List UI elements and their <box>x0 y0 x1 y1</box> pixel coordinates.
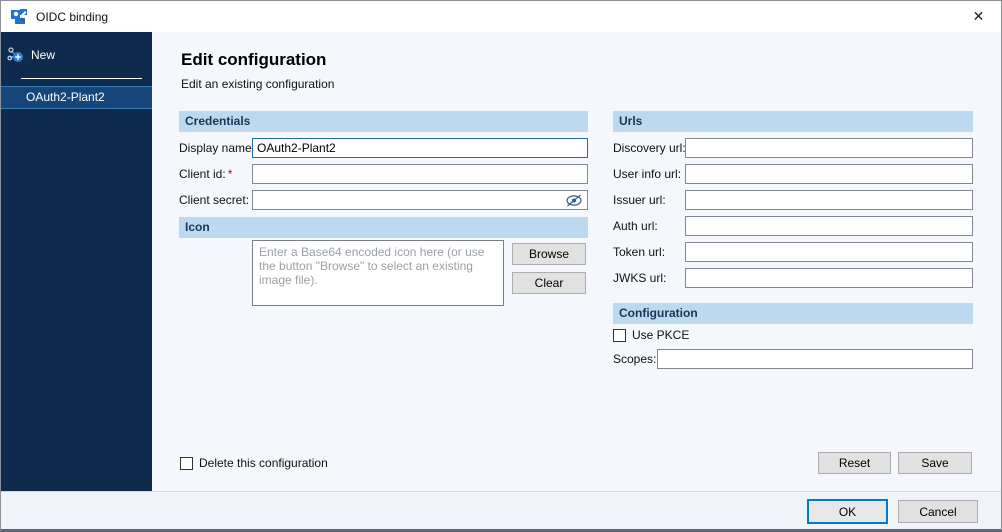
sidebar-item-new[interactable]: New <box>1 32 152 74</box>
scopes-label: Scopes: <box>613 352 657 366</box>
user-info-url-label: User info url: <box>613 167 685 181</box>
discovery-url-row: Discovery url: <box>613 138 973 158</box>
use-pkce-row: Use PKCE <box>613 328 689 342</box>
reset-button[interactable]: Reset <box>818 452 891 474</box>
oidc-binding-dialog: OIDC binding ✕ New OAuth2-Plant2 Edit co… <box>0 0 1002 532</box>
sidebar-item-oauth2-plant2[interactable]: OAuth2-Plant2 <box>1 86 152 109</box>
token-url-row: Token url: <box>613 242 973 262</box>
auth-url-input[interactable] <box>685 216 973 236</box>
ok-button[interactable]: OK <box>807 499 888 524</box>
title-bar: OIDC binding ✕ <box>1 1 1001 32</box>
delete-configuration-row: Delete this configuration <box>180 456 328 470</box>
dialog-footer: OK Cancel <box>1 491 1001 530</box>
client-secret-input[interactable] <box>252 190 588 210</box>
credentials-fields: Display name: Client id:* Client secret: <box>179 138 588 216</box>
required-marker: * <box>228 167 233 181</box>
auth-url-row: Auth url: <box>613 216 973 236</box>
page-title: Edit configuration <box>181 50 326 70</box>
sidebar: New OAuth2-Plant2 <box>1 32 152 491</box>
sidebar-item-new-label: New <box>31 48 55 62</box>
jwks-url-label: JWKS url: <box>613 271 685 285</box>
issuer-url-row: Issuer url: <box>613 190 973 210</box>
scopes-row: Scopes: <box>613 349 973 369</box>
user-info-url-input[interactable] <box>685 164 973 184</box>
display-name-label: Display name: <box>179 141 252 155</box>
issuer-url-label: Issuer url: <box>613 193 685 207</box>
app-icon <box>11 8 28 25</box>
auth-url-label: Auth url: <box>613 219 685 233</box>
delete-configuration-checkbox[interactable] <box>180 457 193 470</box>
client-id-row: Client id:* <box>179 164 588 184</box>
eye-slash-icon <box>565 194 583 207</box>
window-title: OIDC binding <box>36 10 108 24</box>
urls-fields: Discovery url: User info url: Issuer url… <box>613 138 973 294</box>
urls-section-header: Urls <box>613 111 973 132</box>
client-id-input[interactable] <box>252 164 588 184</box>
jwks-url-row: JWKS url: <box>613 268 973 288</box>
use-pkce-checkbox[interactable] <box>613 329 626 342</box>
discovery-url-input[interactable] <box>685 138 973 158</box>
main-panel: Edit configuration Edit an existing conf… <box>152 32 1002 491</box>
toggle-secret-visibility-button[interactable] <box>563 192 585 208</box>
client-secret-row: Client secret: <box>179 190 588 210</box>
client-id-label: Client id:* <box>179 167 252 181</box>
scopes-input[interactable] <box>657 349 973 369</box>
credentials-section-header: Credentials <box>179 111 588 132</box>
use-pkce-label: Use PKCE <box>632 328 689 342</box>
display-name-input[interactable] <box>252 138 588 158</box>
icon-section-header: Icon <box>179 217 588 238</box>
token-url-input[interactable] <box>685 242 973 262</box>
save-button[interactable]: Save <box>898 452 972 474</box>
token-url-label: Token url: <box>613 245 685 259</box>
discovery-url-label: Discovery url: <box>613 141 685 155</box>
close-icon[interactable]: ✕ <box>956 1 1001 32</box>
page-subtitle: Edit an existing configuration <box>181 77 334 91</box>
issuer-url-input[interactable] <box>685 190 973 210</box>
cancel-button[interactable]: Cancel <box>898 500 978 523</box>
icon-base64-textarea[interactable] <box>252 240 504 306</box>
browse-button[interactable]: Browse <box>512 243 586 265</box>
client-secret-label: Client secret: <box>179 193 252 207</box>
new-binding-icon <box>7 46 25 64</box>
delete-configuration-label: Delete this configuration <box>199 456 328 470</box>
configuration-section-header: Configuration <box>613 303 973 324</box>
user-info-url-row: User info url: <box>613 164 973 184</box>
display-name-row: Display name: <box>179 138 588 158</box>
jwks-url-input[interactable] <box>685 268 973 288</box>
sidebar-separator <box>21 78 142 79</box>
clear-button[interactable]: Clear <box>512 272 586 294</box>
